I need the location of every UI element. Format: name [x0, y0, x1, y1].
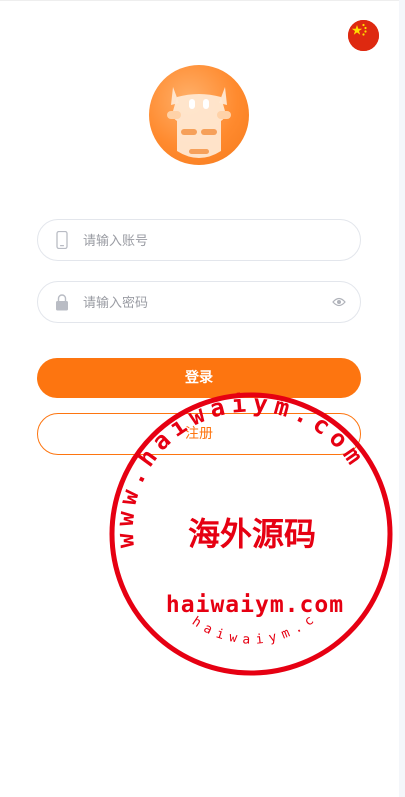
watermark-center-cn: 海外源码: [188, 515, 316, 553]
eye-icon[interactable]: [332, 296, 346, 308]
language-flag-button[interactable]: [348, 20, 379, 51]
password-field[interactable]: [37, 281, 361, 323]
login-button[interactable]: 登录: [37, 358, 361, 398]
top-divider: [0, 0, 405, 1]
cow-logo-icon: [167, 87, 231, 158]
scroll-edge: [399, 0, 405, 797]
phone-icon: [56, 231, 68, 249]
account-input[interactable]: [83, 230, 313, 252]
lock-icon: [56, 294, 68, 311]
app-logo: [149, 65, 249, 165]
register-button[interactable]: 注册: [37, 413, 361, 455]
account-field[interactable]: [37, 219, 361, 261]
watermark-center-en: haiwaiym.com: [166, 592, 344, 618]
cn-flag-icon: [348, 20, 379, 51]
password-input[interactable]: [83, 292, 313, 314]
